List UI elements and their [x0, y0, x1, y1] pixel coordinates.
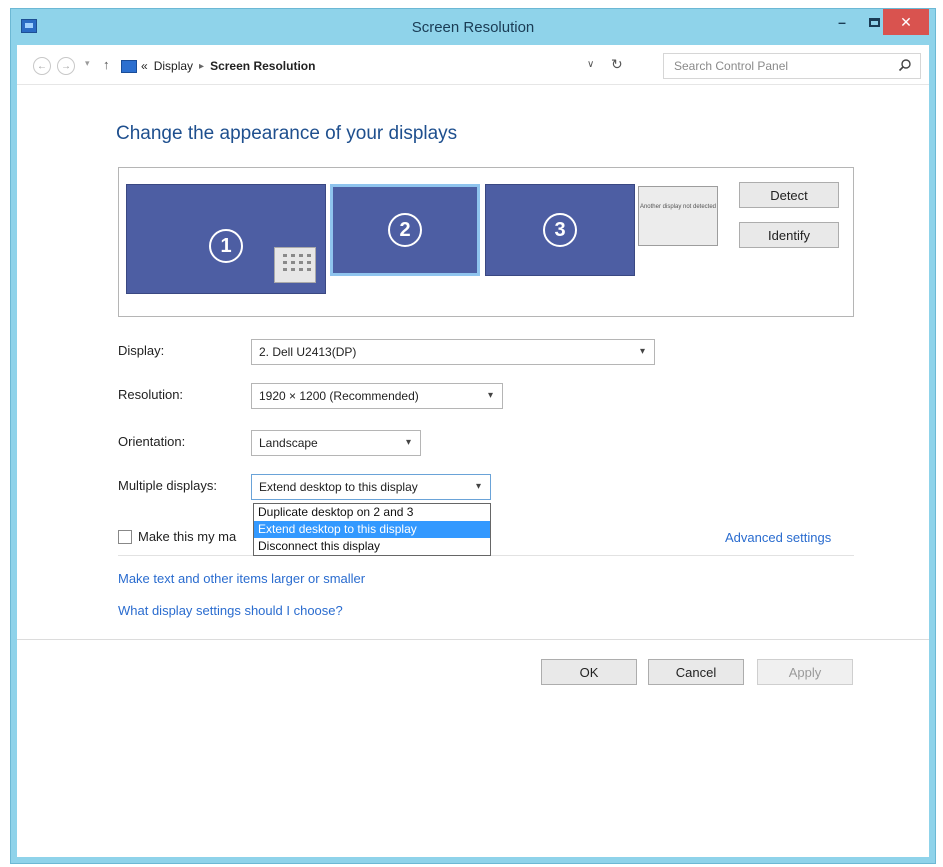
search-icon[interactable]: [898, 58, 912, 72]
multiple-displays-dropdown: Duplicate desktop on 2 and 3 Extend desk…: [253, 503, 491, 556]
title-bar[interactable]: Screen Resolution – ✕: [11, 9, 935, 45]
display-arrangement-panel: 1 2 3 Another display not detected Detec…: [118, 167, 854, 317]
recent-locations-chevron-icon[interactable]: ▾: [85, 58, 90, 69]
chevron-down-icon: ▾: [639, 346, 645, 357]
main-display-checkbox-row[interactable]: Make this my ma: [118, 529, 236, 544]
search-placeholder: Search Control Panel: [674, 59, 789, 73]
breadcrumb-separator-icon: ▸: [199, 60, 205, 72]
display-select-value: 2. Dell U2413(DP): [259, 345, 357, 359]
undetected-display: Another display not detected: [638, 186, 718, 246]
monitor-1-number: 1: [209, 229, 243, 263]
minimize-icon: –: [838, 14, 846, 30]
breadcrumb-prefix: «: [141, 59, 148, 73]
search-input[interactable]: Search Control Panel: [663, 53, 921, 79]
monitor-2-number: 2: [388, 213, 422, 247]
multiple-displays-label: Multiple displays:: [118, 478, 217, 493]
ok-button[interactable]: OK: [541, 659, 637, 685]
up-arrow-icon[interactable]: ↑: [103, 57, 110, 72]
monitor-3-number: 3: [543, 213, 577, 247]
text-size-link[interactable]: Make text and other items larger or smal…: [118, 571, 365, 586]
close-button[interactable]: ✕: [883, 9, 929, 35]
start-screen-thumbnail-icon: [274, 247, 316, 283]
orientation-select[interactable]: Landscape ▾: [251, 430, 421, 456]
page-title: Change the appearance of your displays: [116, 123, 458, 144]
monitor-1[interactable]: 1: [126, 184, 326, 294]
option-disconnect-display[interactable]: Disconnect this display: [254, 538, 490, 555]
display-settings-help-link[interactable]: What display settings should I choose?: [118, 603, 343, 618]
option-extend-desktop[interactable]: Extend desktop to this display: [254, 521, 490, 538]
breadcrumb-screen-resolution[interactable]: Screen Resolution: [210, 59, 315, 73]
breadcrumb-display[interactable]: Display: [154, 59, 193, 73]
resolution-label: Resolution:: [118, 387, 184, 402]
forward-arrow-icon: →: [61, 60, 71, 72]
detect-button[interactable]: Detect: [739, 182, 839, 208]
monitor-3[interactable]: 3: [485, 184, 635, 276]
display-location-icon: [121, 59, 137, 73]
monitor-2[interactable]: 2: [330, 184, 480, 276]
breadcrumb[interactable]: « Display ▸ Screen Resolution: [121, 53, 611, 79]
screen-resolution-window: Screen Resolution – ✕ ← → ▾ ↑ « Display …: [10, 8, 936, 864]
window-title: Screen Resolution: [411, 19, 535, 36]
address-bar: ← → ▾ ↑ « Display ▸ Screen Resolution ∨ …: [17, 45, 929, 85]
orientation-select-value: Landscape: [259, 436, 318, 450]
cancel-button[interactable]: Cancel: [648, 659, 744, 685]
resolution-select-value: 1920 × 1200 (Recommended): [259, 389, 419, 403]
orientation-label: Orientation:: [118, 434, 186, 449]
display-select[interactable]: 2. Dell U2413(DP) ▾: [251, 339, 655, 365]
main-display-checkbox-label: Make this my ma: [138, 529, 237, 544]
window-client-area: ← → ▾ ↑ « Display ▸ Screen Resolution ∨ …: [17, 45, 929, 857]
address-dropdown-chevron-icon[interactable]: ∨: [587, 59, 594, 70]
minimize-button[interactable]: –: [827, 9, 857, 35]
back-arrow-icon: ←: [37, 60, 47, 72]
advanced-settings-link[interactable]: Advanced settings: [725, 530, 831, 545]
refresh-icon[interactable]: ↻: [611, 56, 623, 73]
main-content: Change the appearance of your displays 1…: [17, 85, 929, 857]
back-button[interactable]: ←: [33, 57, 51, 75]
chevron-down-icon: ▾: [487, 390, 493, 401]
chevron-down-icon: ▾: [405, 437, 411, 448]
chevron-down-icon: ▾: [475, 481, 481, 492]
close-icon: ✕: [900, 13, 912, 30]
display-label: Display:: [118, 343, 165, 358]
main-display-checkbox[interactable]: [118, 529, 132, 544]
footer-divider: [17, 639, 929, 640]
maximize-icon: [868, 17, 880, 27]
apply-button[interactable]: Apply: [757, 659, 853, 685]
identify-button[interactable]: Identify: [739, 222, 839, 248]
option-duplicate-desktop[interactable]: Duplicate desktop on 2 and 3: [254, 504, 490, 521]
multiple-displays-select[interactable]: Extend desktop to this display ▾: [251, 474, 491, 500]
forward-button[interactable]: →: [57, 57, 75, 75]
multiple-displays-select-value: Extend desktop to this display: [259, 480, 418, 494]
resolution-select[interactable]: 1920 × 1200 (Recommended) ▾: [251, 383, 503, 409]
